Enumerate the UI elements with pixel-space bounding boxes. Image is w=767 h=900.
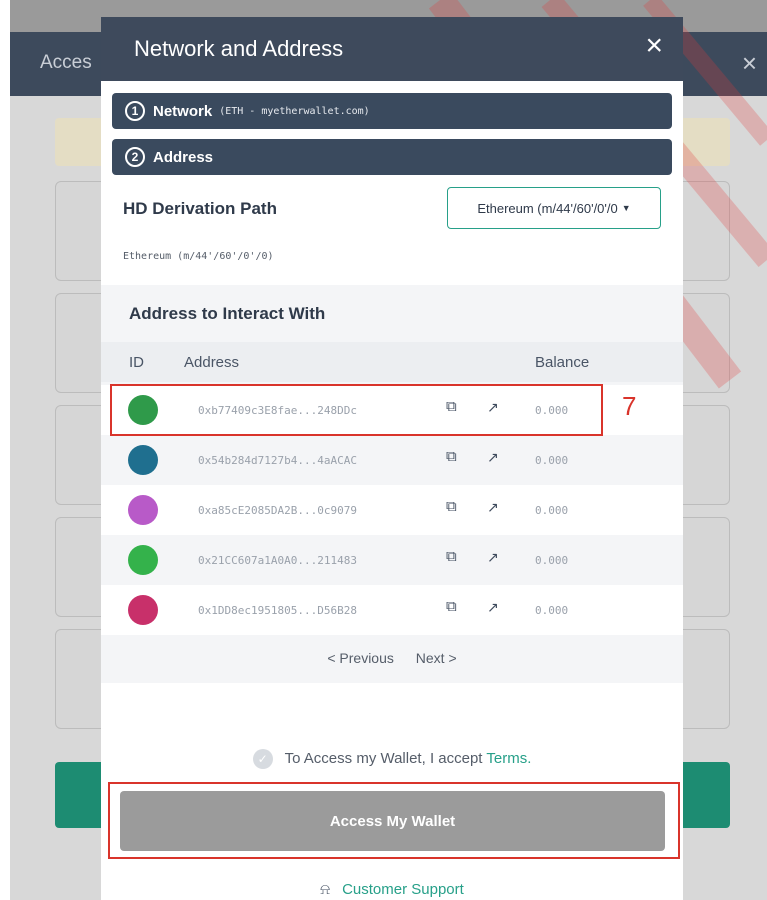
hd-path-text: Ethereum (m/44'/60'/0'/0) — [123, 251, 274, 262]
identicon-avatar — [128, 495, 158, 525]
step-number: 1 — [125, 101, 145, 121]
copy-icon[interactable]: ⧉ — [446, 498, 457, 515]
caret-down-icon: ▼ — [621, 203, 631, 213]
highlight-box-access-button — [108, 782, 680, 859]
terms-text: To Access my Wallet, I accept — [284, 749, 487, 767]
modal-header: Network and Address × — [101, 17, 683, 81]
step-network-subtitle: (ETH - myetherwallet.com) — [219, 105, 370, 117]
step-address[interactable]: 2 Address — [112, 139, 672, 175]
hd-path-selected: Ethereum (m/44'/60'/0'/0 — [477, 200, 618, 216]
address-value: 0x1DD8ec1951805...D56B28 — [198, 604, 357, 617]
address-value: 0xa85cE2085DA2B...0c9079 — [198, 504, 357, 517]
identicon-avatar — [128, 445, 158, 475]
identicon-avatar — [128, 595, 158, 625]
table-row[interactable]: 0x1DD8ec1951805...D56B28 ⧉ ↗ 0.000 — [101, 585, 683, 635]
column-address: Address — [184, 354, 240, 371]
modal-title: Network and Address — [134, 36, 344, 61]
support-bell-icon: ⍾ — [320, 881, 331, 898]
balance-value: 0.000 — [535, 504, 569, 517]
close-icon[interactable]: × — [645, 31, 663, 61]
annotation-step-label: 7 — [622, 391, 637, 421]
balance-value: 0.000 — [535, 454, 569, 467]
column-balance: Balance — [535, 354, 590, 371]
table-row[interactable]: 0x21CC607a1A0A0...211483 ⧉ ↗ 0.000 — [101, 535, 683, 585]
network-address-modal: Network and Address × 1 Network (ETH - m… — [101, 17, 683, 900]
external-link-icon[interactable]: ↗ — [487, 499, 499, 516]
copy-icon[interactable]: ⧉ — [446, 548, 457, 565]
previous-page-link[interactable]: < Previous — [327, 650, 394, 666]
hd-path-dropdown[interactable]: Ethereum (m/44'/60'/0'/0 ▼ — [447, 187, 661, 229]
step-network[interactable]: 1 Network (ETH - myetherwallet.com) — [112, 93, 672, 129]
pagination: < Previous Next > — [101, 650, 683, 666]
step-label: Address — [153, 148, 214, 166]
address-value: 0x54b284d7127b4...4aACAC — [198, 454, 357, 467]
terms-row: ✓ To Access my Wallet, I accept Terms. — [101, 749, 683, 769]
table-row[interactable]: 0x54b284d7127b4...4aACAC ⧉ ↗ 0.000 — [101, 435, 683, 485]
external-link-icon[interactable]: ↗ — [487, 599, 499, 616]
step-number: 2 — [125, 147, 145, 167]
customer-support-label: Customer Support — [342, 881, 464, 898]
background-green-button — [678, 762, 730, 828]
step-label: Network — [153, 102, 213, 120]
highlight-box-first-address — [110, 384, 603, 436]
hd-derivation-title: HD Derivation Path — [123, 199, 277, 218]
next-page-link[interactable]: Next > — [416, 650, 457, 666]
customer-support-link[interactable]: ⍾ Customer Support — [101, 881, 683, 898]
background-header-title: Acces — [40, 52, 92, 73]
terms-link[interactable]: Terms. — [486, 750, 531, 767]
identicon-avatar — [128, 545, 158, 575]
check-icon[interactable]: ✓ — [252, 749, 273, 769]
balance-value: 0.000 — [535, 604, 569, 617]
table-row[interactable]: 0xa85cE2085DA2B...0c9079 ⧉ ↗ 0.000 — [101, 485, 683, 535]
copy-icon[interactable]: ⧉ — [446, 448, 457, 465]
balance-value: 0.000 — [535, 554, 569, 567]
copy-icon[interactable]: ⧉ — [446, 598, 457, 615]
external-link-icon[interactable]: ↗ — [487, 549, 499, 566]
column-id: ID — [129, 354, 144, 371]
address-value: 0x21CC607a1A0A0...211483 — [198, 554, 357, 567]
address-table-header: ID Address Balance — [101, 342, 683, 382]
background-close-icon: × — [741, 48, 757, 78]
external-link-icon[interactable]: ↗ — [487, 449, 499, 466]
address-section-title: Address to Interact With — [129, 304, 326, 323]
